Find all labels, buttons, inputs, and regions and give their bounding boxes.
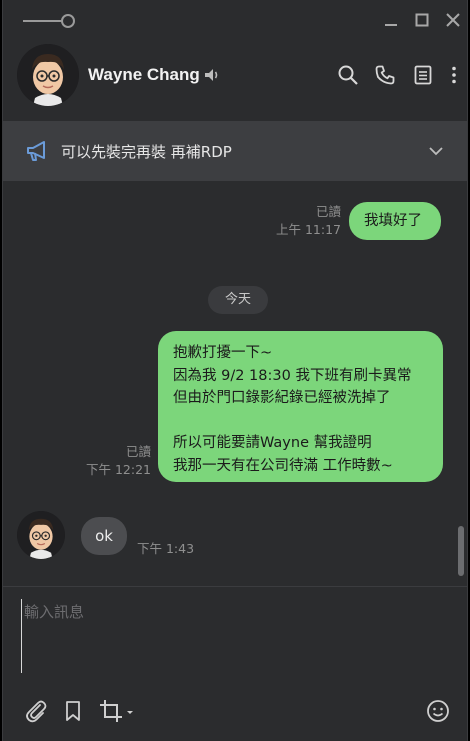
- message-line: 抱歉打擾一下~: [173, 345, 273, 361]
- minimize-icon[interactable]: [381, 10, 401, 30]
- announcement-text: 可以先裝完再裝 再補RDP: [61, 143, 232, 161]
- input-area: [3, 587, 467, 687]
- message-text: ok: [95, 527, 113, 545]
- outgoing-message[interactable]: 我填好了: [349, 202, 441, 240]
- chat-window: Wayne Chang 可以先裝完再裝 再補RDP 已讀 上午 11:17 我填…: [2, 0, 468, 741]
- close-icon[interactable]: [443, 10, 463, 30]
- contact-name[interactable]: Wayne Chang: [88, 65, 200, 85]
- message-line: 我那一天有在公司待滿 工作時數~: [173, 457, 393, 474]
- search-icon[interactable]: [337, 64, 359, 86]
- message-line: 但由於門口錄影紀錄已經被洗掉了: [173, 390, 391, 406]
- read-receipt: 已讀: [315, 204, 341, 219]
- speaker-icon[interactable]: [203, 66, 221, 84]
- message-time: 上午 11:17: [276, 222, 341, 237]
- bookmark-icon[interactable]: [60, 698, 86, 724]
- outgoing-message[interactable]: 抱歉打擾一下~ 因為我 9/2 18:30 我下班有刷卡異常 但由於門口錄影紀錄…: [158, 331, 443, 482]
- notes-icon[interactable]: [412, 64, 434, 86]
- message-input[interactable]: [21, 599, 446, 673]
- bottom-toolbar: [3, 690, 467, 735]
- message-list[interactable]: 已讀 上午 11:17 我填好了 今天 已讀 下午 12:21 抱歉打擾一下~ …: [3, 181, 467, 586]
- message-line: 因為我 9/2 18:30 我下班有刷卡異常: [173, 367, 412, 384]
- message-meta: 已讀 下午 12:21: [63, 443, 151, 479]
- message-line: 我填好了: [364, 213, 422, 229]
- day-separator: 今天: [208, 286, 268, 314]
- sender-avatar[interactable]: [17, 511, 65, 559]
- pin-icon[interactable]: [23, 13, 77, 29]
- read-receipt: 已讀: [125, 444, 151, 459]
- paperclip-icon[interactable]: [23, 698, 49, 724]
- chat-header: Wayne Chang: [3, 40, 467, 120]
- message-line: 所以可能要請Wayne 幫我證明: [173, 435, 372, 451]
- emoji-icon[interactable]: [425, 698, 451, 724]
- message-line: [173, 410, 443, 433]
- message-time: 下午 12:21: [86, 462, 151, 477]
- maximize-icon[interactable]: [412, 10, 432, 30]
- message-meta: 已讀 上午 11:17: [253, 203, 341, 239]
- chevron-down-icon[interactable]: [427, 143, 445, 159]
- more-icon[interactable]: [443, 64, 465, 86]
- crop-icon[interactable]: [98, 698, 134, 724]
- phone-icon[interactable]: [374, 64, 396, 86]
- megaphone-icon: [25, 139, 51, 163]
- contact-avatar[interactable]: [17, 44, 79, 106]
- incoming-message[interactable]: ok: [81, 517, 127, 555]
- message-time: 下午 1:43: [137, 541, 195, 556]
- scrollbar[interactable]: [458, 526, 464, 576]
- title-bar: [3, 0, 467, 40]
- announcement-bar[interactable]: 可以先裝完再裝 再補RDP: [3, 121, 467, 181]
